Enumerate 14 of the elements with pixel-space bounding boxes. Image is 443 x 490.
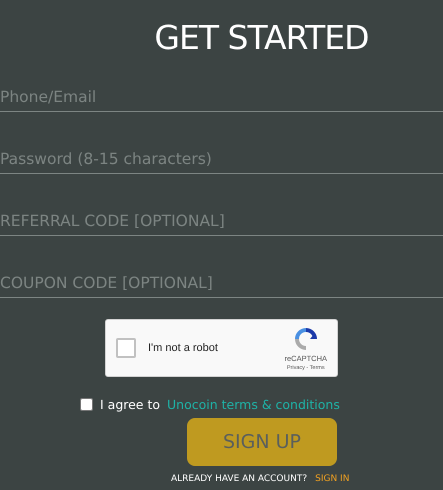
page-title: GET STARTED — [153, 17, 370, 58]
input-field[interactable]: Phone/Email — [0, 74, 443, 112]
sign-in-link[interactable]: SIGN IN — [315, 474, 350, 484]
captcha-label: I'm not a robot — [148, 342, 219, 354]
agree-text: I agree to — [100, 397, 160, 412]
terms-link[interactable]: Unocoin terms & conditions — [167, 397, 340, 412]
captcha-checkbox[interactable] — [116, 338, 136, 358]
account-prompt: ALREADY HAVE AN ACCOUNT? — [171, 474, 308, 484]
input-field[interactable]: COUPON CODE [OPTIONAL] — [0, 260, 443, 298]
sign-up-button[interactable]: SIGN UP — [187, 418, 337, 466]
input-field[interactable]: Password (8-15 characters) — [0, 136, 443, 174]
agree-checkbox[interactable] — [80, 398, 93, 411]
recaptcha-logo-icon — [292, 326, 319, 352]
input-field[interactable]: REFERRAL CODE [OPTIONAL] — [0, 198, 443, 236]
